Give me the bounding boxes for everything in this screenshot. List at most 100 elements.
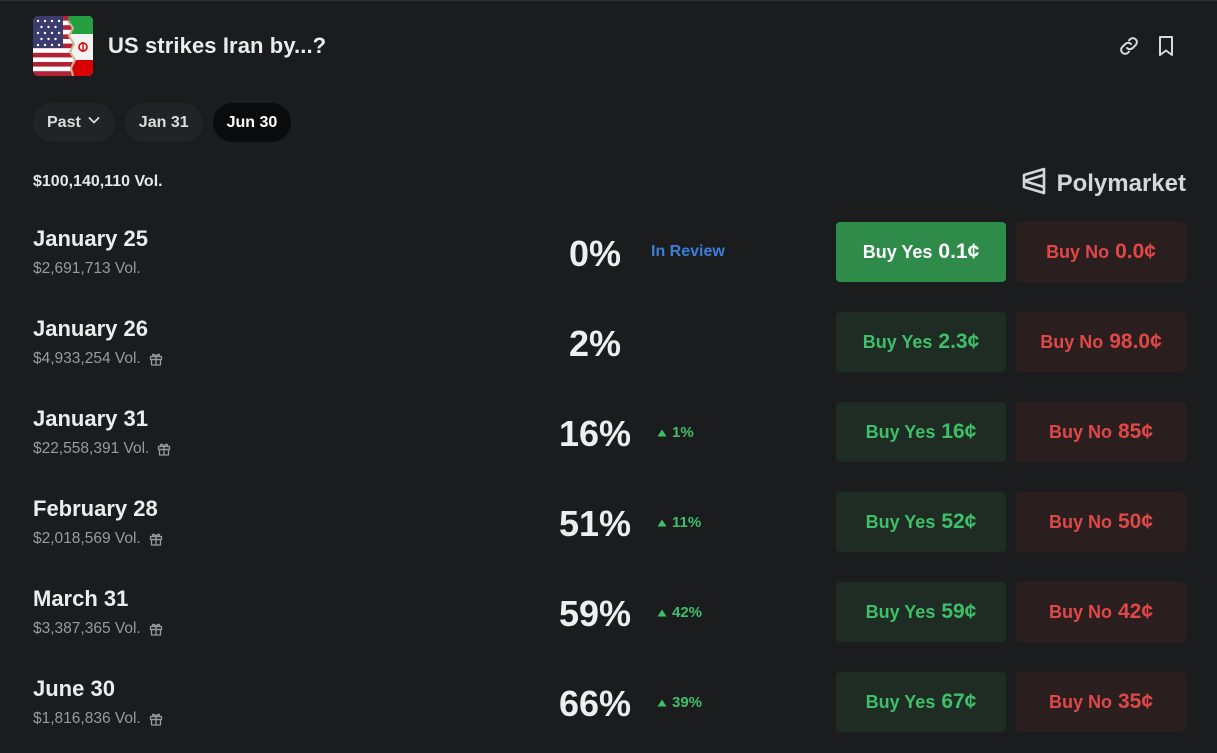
outcome-volume-line: $2,018,569 Vol. xyxy=(33,530,163,548)
outcome-volume: $3,387,365 Vol. xyxy=(33,620,141,637)
outcome-volume: $1,816,836 Vol. xyxy=(33,710,141,727)
probability-change: 1% xyxy=(657,424,694,441)
probability-change: 42% xyxy=(657,604,702,621)
outcome-probability: 2% xyxy=(568,323,622,364)
buy-yes-price: 16¢ xyxy=(941,420,977,443)
gift-icon[interactable] xyxy=(149,622,163,636)
gift-icon[interactable] xyxy=(149,712,163,726)
bookmark-icon[interactable] xyxy=(1154,34,1178,58)
outcome-volume: $22,558,391 Vol. xyxy=(33,440,150,457)
brand-name: Polymarket xyxy=(1056,169,1186,197)
buy-yes-label: Buy Yes xyxy=(865,511,936,532)
outcome-date: January 25 xyxy=(33,226,148,251)
market-title: US strikes Iran by...? xyxy=(108,33,327,58)
outcome-row[interactable]: January 25 $2,691,713 Vol. 0% In Review Buy … xyxy=(33,222,1186,312)
buy-no-label: Buy No xyxy=(1040,331,1104,352)
in-review-status: In Review xyxy=(651,243,725,260)
chevron-down-icon xyxy=(87,113,101,132)
buy-no-price: 98.0¢ xyxy=(1109,330,1162,353)
outcome-probability: 0% xyxy=(568,233,622,274)
total-volume: $100,140,110 Vol. xyxy=(33,173,163,190)
buy-yes-button[interactable]: Buy Yes 52¢ xyxy=(836,492,1006,552)
outcome-volume: $4,933,254 Vol. xyxy=(33,350,141,367)
buy-no-price: 85¢ xyxy=(1117,420,1154,443)
outcome-volume-line: $2,691,713 Vol. xyxy=(33,260,141,278)
outcome-date: March 31 xyxy=(33,586,129,611)
outcome-row[interactable]: March 31 $3,387,365 Vol. 59% 42% Buy Yes 59¢ B… xyxy=(33,582,1186,672)
buy-no-button[interactable]: Buy No 0.0¢ xyxy=(1016,222,1186,282)
outcome-row[interactable]: February 28 $2,018,569 Vol. 51% 11% Buy Yes 5… xyxy=(33,492,1186,582)
filter-jun-30[interactable]: Jun 30 xyxy=(212,103,292,142)
filter-jan-31-label: Jan 31 xyxy=(138,113,189,131)
triangle-up-icon xyxy=(657,604,667,621)
filter-past-label: Past xyxy=(47,113,81,131)
buy-yes-label: Buy Yes xyxy=(865,421,936,442)
filter-jan-31[interactable]: Jan 31 xyxy=(124,103,203,142)
probability-change: 11% xyxy=(657,514,701,531)
outcome-volume-line: $4,933,254 Vol. xyxy=(33,350,163,368)
buy-yes-label: Buy Yes xyxy=(865,691,936,712)
probability-change: 39% xyxy=(657,694,702,711)
buy-yes-price: 0.1¢ xyxy=(938,240,980,263)
buy-yes-button[interactable]: Buy Yes 16¢ xyxy=(836,402,1006,462)
buy-no-price: 50¢ xyxy=(1117,510,1154,533)
probability-change-value: 39% xyxy=(672,694,703,711)
outcome-date: June 30 xyxy=(33,676,115,701)
buy-yes-button[interactable]: Buy Yes 0.1¢ xyxy=(836,222,1006,282)
buy-yes-button[interactable]: Buy Yes 59¢ xyxy=(836,582,1006,642)
triangle-up-icon xyxy=(657,424,667,441)
buy-yes-button[interactable]: Buy Yes 67¢ xyxy=(836,672,1006,732)
buy-no-label: Buy No xyxy=(1048,511,1112,532)
polymarket-logo-icon xyxy=(1021,166,1047,201)
buy-no-label: Buy No xyxy=(1048,691,1112,712)
buy-no-button[interactable]: Buy No 98.0¢ xyxy=(1016,312,1186,372)
market-thumbnail xyxy=(33,16,93,76)
buy-yes-price: 59¢ xyxy=(941,600,977,623)
outcome-probability: 51% xyxy=(558,503,632,544)
buy-no-button[interactable]: Buy No 42¢ xyxy=(1016,582,1186,642)
buy-yes-price: 2.3¢ xyxy=(938,330,980,353)
date-filter-group: Past Jan 31 Jun 30 xyxy=(33,103,292,142)
filter-past-dropdown[interactable]: Past xyxy=(33,103,115,142)
probability-change-value: 1% xyxy=(672,424,694,441)
buy-yes-button[interactable]: Buy Yes 2.3¢ xyxy=(836,312,1006,372)
buy-yes-price: 67¢ xyxy=(941,690,977,713)
outcome-date: February 28 xyxy=(33,496,158,521)
link-icon[interactable] xyxy=(1117,34,1141,58)
gift-icon[interactable] xyxy=(149,532,163,546)
outcome-volume-line: $1,816,836 Vol. xyxy=(33,710,163,728)
buy-no-button[interactable]: Buy No 85¢ xyxy=(1016,402,1186,462)
buy-no-price: 42¢ xyxy=(1117,600,1154,623)
buy-no-button[interactable]: Buy No 50¢ xyxy=(1016,492,1186,552)
top-divider xyxy=(0,0,1217,1)
outcome-row[interactable]: January 26 $4,933,254 Vol. 2% Buy Yes 2.3¢ Bu… xyxy=(33,312,1186,402)
buy-yes-label: Buy Yes xyxy=(865,601,936,622)
probability-change-value: 42% xyxy=(672,604,703,621)
buy-no-price: 35¢ xyxy=(1117,690,1154,713)
market-header: US strikes Iran by...? xyxy=(33,16,1183,76)
outcome-probability: 66% xyxy=(558,683,632,724)
outcome-date: January 31 xyxy=(33,406,148,431)
buy-no-button[interactable]: Buy No 35¢ xyxy=(1016,672,1186,732)
outcome-volume: $2,018,569 Vol. xyxy=(33,530,141,547)
buy-no-price: 0.0¢ xyxy=(1115,240,1156,263)
outcome-volume-line: $3,387,365 Vol. xyxy=(33,620,163,638)
outcome-probability: 59% xyxy=(558,593,632,634)
outcome-date: January 26 xyxy=(33,316,148,341)
buy-no-label: Buy No xyxy=(1048,421,1112,442)
gift-icon[interactable] xyxy=(157,442,171,456)
buy-no-label: Buy No xyxy=(1048,601,1112,622)
gift-icon[interactable] xyxy=(149,352,163,366)
outcome-row[interactable]: June 30 $1,816,836 Vol. 66% 39% Buy Yes 67¢ Bu… xyxy=(33,672,1186,753)
triangle-up-icon xyxy=(657,694,667,711)
triangle-up-icon xyxy=(657,514,667,531)
outcome-list: January 25 $2,691,713 Vol. 0% In Review Buy … xyxy=(33,222,1186,753)
buy-yes-label: Buy Yes xyxy=(862,331,933,352)
outcome-probability: 16% xyxy=(558,413,632,454)
outcome-row[interactable]: January 31 $22,558,391 Vol. 16% 1% Buy Yes 16… xyxy=(33,402,1186,492)
filter-jun-30-label: Jun 30 xyxy=(226,113,278,131)
outcome-volume-line: $22,558,391 Vol. xyxy=(33,440,171,458)
buy-yes-price: 52¢ xyxy=(941,510,977,533)
polymarket-brand[interactable]: Polymarket xyxy=(1021,166,1186,201)
buy-no-label: Buy No xyxy=(1046,241,1110,262)
